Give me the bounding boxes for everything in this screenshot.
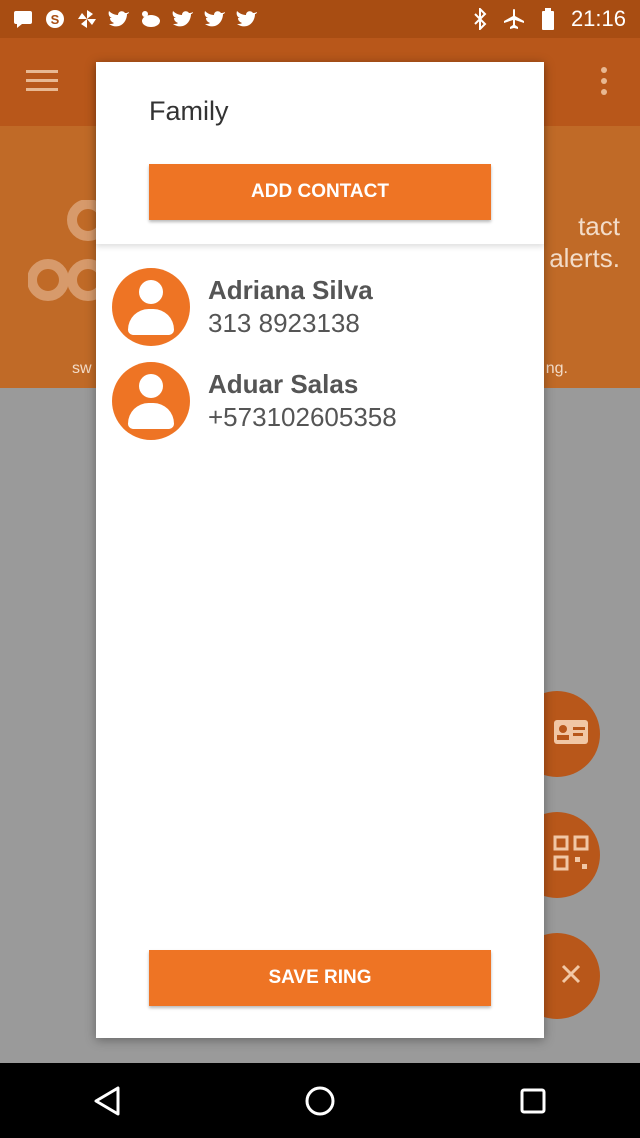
- qr-code-icon: [553, 835, 589, 876]
- airplane-mode-icon: [503, 8, 525, 30]
- twitter-icon-4: [236, 8, 258, 30]
- home-icon: [305, 1086, 335, 1115]
- close-icon: [561, 964, 581, 989]
- home-button[interactable]: [290, 1071, 350, 1131]
- svg-text:S: S: [51, 12, 60, 27]
- dialog-header: Family ADD CONTACT: [96, 62, 544, 244]
- hero-text-line-2: alerts.: [549, 243, 620, 273]
- bluetooth-icon: [469, 8, 491, 30]
- hero-text-line-1: tact: [578, 211, 620, 241]
- overflow-menu-icon[interactable]: [598, 66, 610, 96]
- hero-text: tact alerts.: [549, 210, 620, 274]
- dialog-title: Family: [149, 96, 229, 126]
- contact-phone: 313 8923138: [208, 308, 360, 338]
- contact-list-item[interactable]: Aduar Salas +573102605358: [112, 362, 397, 440]
- back-button[interactable]: [77, 1071, 137, 1131]
- skype-icon: S: [44, 8, 66, 30]
- contact-name: Aduar Salas: [208, 369, 359, 399]
- contact-info: Aduar Salas +573102605358: [208, 368, 397, 434]
- person-icon: [112, 268, 190, 346]
- contact-name: Adriana Silva: [208, 275, 373, 305]
- status-bar: S 21:16: [0, 0, 640, 38]
- recents-icon: [520, 1088, 546, 1113]
- save-ring-button[interactable]: SAVE RING: [149, 950, 491, 1006]
- menu-icon[interactable]: [26, 68, 58, 94]
- status-time: 21:16: [570, 6, 626, 31]
- ring-dialog: Family ADD CONTACT Adriana Silva 313 892…: [96, 62, 544, 1038]
- twitter-icon: [108, 8, 130, 30]
- contact-info: Adriana Silva 313 8923138: [208, 274, 373, 340]
- message-icon: [12, 8, 34, 30]
- recents-button[interactable]: [503, 1071, 563, 1131]
- hero-subtext-left: sw: [72, 360, 92, 377]
- person-icon: [112, 362, 190, 440]
- animal-icon: [140, 8, 162, 30]
- hero-subtext-right: ng.: [545, 360, 568, 377]
- contact-list-item[interactable]: Adriana Silva 313 8923138: [112, 268, 373, 346]
- twitter-icon-2: [172, 8, 194, 30]
- back-icon: [94, 1086, 120, 1115]
- notification-icons: S: [0, 8, 258, 30]
- system-status: 21:16: [469, 6, 640, 32]
- battery-icon: [537, 8, 559, 30]
- add-contact-button[interactable]: ADD CONTACT: [149, 164, 491, 220]
- contact-card-icon: [553, 719, 589, 750]
- twitter-icon-3: [204, 8, 226, 30]
- navigation-bar: [0, 1063, 640, 1138]
- contact-phone: +573102605358: [208, 402, 397, 432]
- pinwheel-icon: [76, 8, 98, 30]
